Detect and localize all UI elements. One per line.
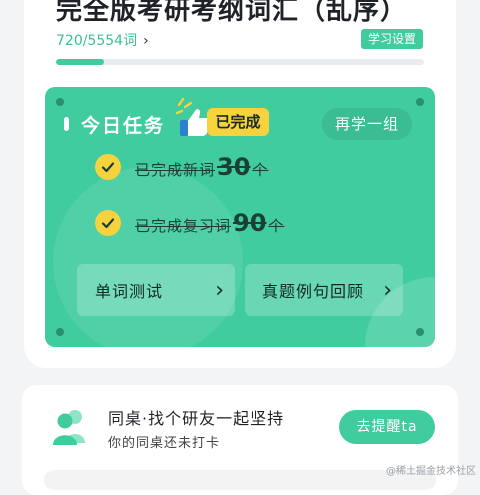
task-count: 90 [233, 209, 267, 237]
exam-sentence-review-button[interactable]: 真题例句回顾 › [245, 264, 403, 316]
progress-count[interactable]: 720/5554词 › [56, 30, 149, 50]
partner-title: 同桌·找个研友一起坚持 [108, 409, 285, 428]
title-accent-bar [64, 117, 69, 131]
relearn-group-button[interactable]: 再学一组 [322, 108, 412, 140]
task-count: 30 [217, 153, 251, 181]
partner-subtitle: 你的同桌还未打卡 [108, 436, 221, 451]
book-title[interactable]: 完全版考研考纲词汇（乱序） [56, 0, 407, 27]
progress-fill [56, 59, 104, 65]
next-card [44, 470, 436, 490]
chevron-right-icon: › [215, 277, 225, 303]
task-label: 已完成新词 [135, 161, 216, 179]
corner-dot [416, 328, 424, 336]
task-text: 已完成复习词 90 个 [135, 209, 284, 237]
corner-dot [56, 328, 64, 336]
task-row-review-words: 已完成复习词 90 个 [95, 208, 284, 238]
exam-sentence-review-label: 真题例句回顾 [262, 282, 365, 301]
chevron-right-icon: › [143, 33, 149, 49]
corner-dot [56, 98, 64, 106]
progress-bar [56, 59, 424, 65]
remind-partner-button[interactable]: 去提醒ta [339, 410, 435, 444]
task-title: 今日任务 [81, 115, 166, 137]
check-icon [95, 210, 121, 236]
corner-dot [416, 98, 424, 106]
progress-text: 720/5554词 [56, 33, 138, 49]
chevron-right-icon: › [383, 277, 393, 303]
watermark: @稀土掘金技术社区 [386, 466, 476, 477]
check-icon [95, 154, 121, 180]
task-row-new-words: 已完成新词 30 个 [95, 152, 268, 182]
word-test-label: 单词测试 [95, 282, 164, 301]
partner-icon [53, 410, 85, 445]
study-settings-button[interactable]: 学习设置 [361, 29, 423, 49]
word-test-button[interactable]: 单词测试 › [77, 264, 235, 316]
task-unit: 个 [268, 217, 285, 235]
decor-circle [53, 167, 243, 347]
task-label: 已完成复习词 [135, 217, 232, 235]
completed-badge: 已完成 [207, 108, 269, 136]
task-unit: 个 [252, 161, 269, 179]
today-task-panel: 今日任务 已完成 再学一组 已完成新词 30 个 已完成复习词 90 个 单词测… [45, 87, 435, 347]
task-text: 已完成新词 30 个 [135, 153, 268, 181]
